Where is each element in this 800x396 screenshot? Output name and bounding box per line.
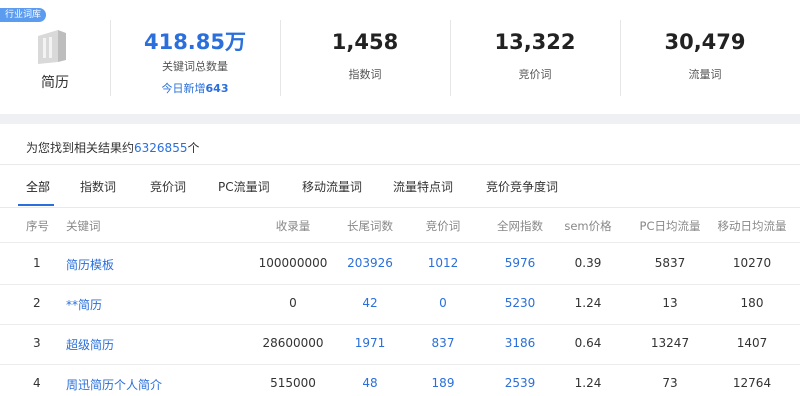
category-block: 简历 xyxy=(0,0,110,114)
indexed-value: 100000000 xyxy=(258,256,328,270)
row-no: 3 xyxy=(33,336,41,350)
index-words-value: 1,458 xyxy=(331,30,399,54)
row-no: 1 xyxy=(33,256,41,270)
sem-value: 1.24 xyxy=(574,376,602,390)
col-longtail[interactable]: 长尾词数 xyxy=(347,218,393,234)
results-card: 为您找到相关结果约6326855个 全部 指数词 竞价词 PC流量词 移动流量词… xyxy=(0,124,800,396)
today-new-label: 今日新增 xyxy=(161,82,206,95)
stat-traffic-words[interactable]: 30,479 流量词 xyxy=(620,0,790,114)
col-bid[interactable]: 竞价词 xyxy=(426,218,461,234)
stat-index-words[interactable]: 1,458 指数词 xyxy=(280,0,450,114)
sem-value: 1.24 xyxy=(574,296,602,310)
stat-bid-words[interactable]: 13,322 竞价词 xyxy=(450,0,620,114)
result-count: 为您找到相关结果约6326855个 xyxy=(26,139,199,156)
bid-link[interactable]: 0 xyxy=(439,296,447,310)
mobile-traffic-value: 10270 xyxy=(732,256,772,270)
indexed-value: 28600000 xyxy=(262,336,324,350)
bid-link[interactable]: 1012 xyxy=(428,256,459,270)
index-link[interactable]: 5976 xyxy=(505,256,536,270)
row-no: 2 xyxy=(33,296,41,310)
stat-total-keywords: 418.85万 关键词总数量 今日新增643 xyxy=(110,0,280,114)
tab-index-words[interactable]: 指数词 xyxy=(80,178,116,195)
tab-bid-words[interactable]: 竞价词 xyxy=(150,178,186,195)
document-stack-icon xyxy=(34,28,70,70)
bid-words-label: 竞价词 xyxy=(518,68,552,81)
divider xyxy=(0,364,800,365)
active-tab-indicator xyxy=(18,204,54,206)
tab-bar: 全部 指数词 竞价词 PC流量词 移动流量词 流量特点词 竞价竞争度词 xyxy=(0,165,800,207)
keyword-link[interactable]: **简历 xyxy=(66,296,102,313)
tab-pc-traffic[interactable]: PC流量词 xyxy=(218,178,270,195)
sem-value: 0.64 xyxy=(574,336,602,350)
total-keywords-value: 418.85万 xyxy=(143,30,247,54)
bid-link[interactable]: 189 xyxy=(432,376,455,390)
today-new-count: 643 xyxy=(205,82,229,95)
tab-mobile-traffic[interactable]: 移动流量词 xyxy=(302,178,362,195)
mobile-traffic-value: 12764 xyxy=(732,376,772,390)
today-new: 今日新增643 xyxy=(110,80,280,96)
row-no: 4 xyxy=(33,376,41,390)
mobile-traffic-value: 180 xyxy=(740,296,764,310)
pc-traffic-value: 73 xyxy=(662,376,678,390)
pc-traffic-value: 13247 xyxy=(650,336,690,350)
traffic-words-value: 30,479 xyxy=(664,30,746,54)
indexed-value: 515000 xyxy=(270,376,316,390)
divider xyxy=(0,284,800,285)
keyword-link[interactable]: 超级简历 xyxy=(66,336,114,353)
bid-words-value: 13,322 xyxy=(494,30,576,54)
longtail-link[interactable]: 203926 xyxy=(347,256,393,270)
keyword-link[interactable]: 周迅简历个人简介 xyxy=(66,376,162,393)
index-link[interactable]: 2539 xyxy=(505,376,536,390)
col-sem[interactable]: sem价格 xyxy=(564,218,611,234)
table-header: 序号 关键词 收录量 长尾词数 竞价词 全网指数 sem价格 PC日均流量 移动… xyxy=(0,218,800,234)
tab-traffic-feature[interactable]: 流量特点词 xyxy=(393,178,453,195)
result-count-suffix: 个 xyxy=(187,141,200,155)
sem-value: 0.39 xyxy=(574,256,602,270)
tab-all[interactable]: 全部 xyxy=(26,178,50,195)
table-row: 3 超级简历 28600000 1971 837 3186 0.64 13247… xyxy=(0,336,800,352)
pc-traffic-value: 5837 xyxy=(654,256,686,270)
divider xyxy=(0,242,800,243)
longtail-link[interactable]: 1971 xyxy=(355,336,386,350)
col-keyword: 关键词 xyxy=(66,219,101,233)
total-keywords-label: 关键词总数量 xyxy=(162,60,228,73)
category-name: 简历 xyxy=(41,75,69,91)
index-link[interactable]: 5230 xyxy=(505,296,536,310)
result-count-prefix: 为您找到相关结果约 xyxy=(26,141,135,155)
col-indexed[interactable]: 收录量 xyxy=(276,218,311,234)
divider xyxy=(0,207,800,208)
table-row: 2 **简历 0 42 0 5230 1.24 13 180 xyxy=(0,296,800,312)
col-index[interactable]: 全网指数 xyxy=(497,218,543,234)
col-mobile-traffic[interactable]: 移动日均流量 xyxy=(718,218,787,234)
longtail-link[interactable]: 42 xyxy=(362,296,377,310)
index-words-label: 指数词 xyxy=(348,68,382,81)
tab-bid-competition[interactable]: 竞价竞争度词 xyxy=(486,178,558,195)
result-count-number: 6326855 xyxy=(134,141,188,155)
traffic-words-label: 流量词 xyxy=(688,68,722,81)
stats-card: 行业词库 简历 418.85万 关键词总数量 今日新增643 1,458 指数词… xyxy=(0,0,800,114)
col-no: 序号 xyxy=(26,219,49,233)
mobile-traffic-value: 1407 xyxy=(736,336,768,350)
table-row: 1 简历模板 100000000 203926 1012 5976 0.39 5… xyxy=(0,256,800,272)
table-row: 4 周迅简历个人简介 515000 48 189 2539 1.24 73 12… xyxy=(0,376,800,392)
pc-traffic-value: 13 xyxy=(662,296,678,310)
keyword-link[interactable]: 简历模板 xyxy=(66,256,114,273)
indexed-value: 0 xyxy=(289,296,297,310)
longtail-link[interactable]: 48 xyxy=(362,376,377,390)
divider xyxy=(0,324,800,325)
col-pc-traffic[interactable]: PC日均流量 xyxy=(640,218,701,234)
index-link[interactable]: 3186 xyxy=(505,336,536,350)
bid-link[interactable]: 837 xyxy=(432,336,455,350)
